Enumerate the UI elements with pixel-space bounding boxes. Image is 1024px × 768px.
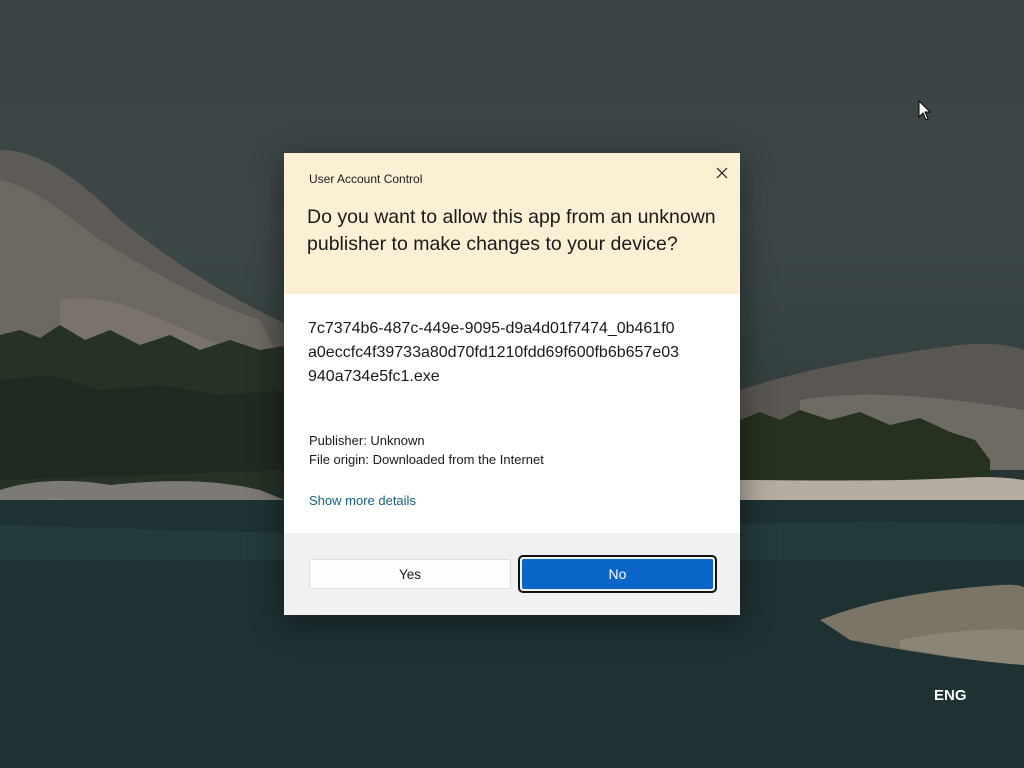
uac-dialog: User Account Control Do you want to allo… [284,153,740,615]
no-button-focus-ring[interactable]: No [518,555,717,593]
uac-body: 7c7374b6-487c-449e-9095-d9a4d01f7474_0b4… [284,294,740,533]
close-icon [716,167,728,179]
show-more-details-link[interactable]: Show more details [309,493,416,508]
language-indicator[interactable]: ENG [934,687,967,704]
desktop-background: User Account Control Do you want to allo… [0,0,1024,768]
uac-footer: Yes No [284,533,740,615]
no-button[interactable]: No [522,559,713,589]
dialog-title: User Account Control [309,172,423,186]
uac-question: Do you want to allow this app from an un… [307,206,716,255]
app-filename: 7c7374b6-487c-449e-9095-d9a4d01f7474_0b4… [308,320,680,385]
mouse-cursor-icon [918,100,932,121]
publisher-label: Publisher: Unknown [309,433,425,448]
uac-header: User Account Control Do you want to allo… [284,153,740,294]
file-origin-label: File origin: Downloaded from the Interne… [309,452,544,467]
close-button[interactable] [710,161,734,185]
yes-button[interactable]: Yes [309,559,511,589]
